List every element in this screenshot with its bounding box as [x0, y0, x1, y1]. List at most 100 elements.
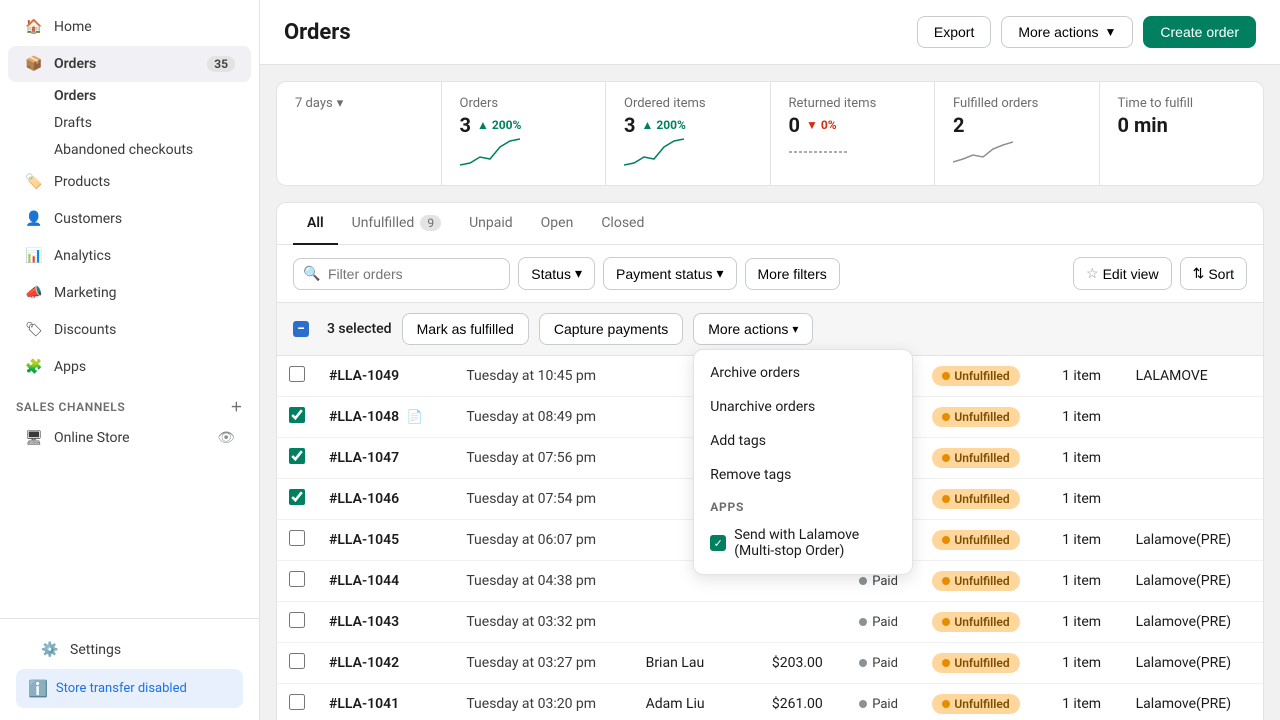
order-items: 1 item — [1050, 520, 1124, 561]
order-id-link[interactable]: #LLA-1049 — [329, 368, 399, 384]
dropdown-item-remove-tags[interactable]: Remove tags — [694, 458, 912, 492]
row-checkbox[interactable] — [289, 448, 305, 464]
lalamove-label: Send with Lalamove (Multi-stop Order) — [734, 527, 896, 559]
order-fulfillment: Unfulfilled — [920, 561, 1050, 602]
order-total: $203.00 — [760, 643, 847, 684]
status-filter-button[interactable]: Status ▾ — [518, 257, 595, 290]
sidebar-item-discounts[interactable]: 🏷 Discounts — [8, 312, 251, 348]
sort-icon: ⇅ — [1193, 265, 1205, 282]
capture-payments-button[interactable]: Capture payments — [539, 313, 683, 345]
order-shipping: Lalamove(PRE) — [1124, 520, 1263, 561]
sidebar-label-home: Home — [54, 19, 92, 35]
tab-all[interactable]: All — [293, 203, 338, 245]
sidebar-label-analytics: Analytics — [54, 248, 111, 264]
select-all-checkbox[interactable] — [293, 321, 309, 337]
sidebar-item-home[interactable]: 🏠 Home — [8, 9, 251, 45]
sidebar-item-settings[interactable]: ⚙️ Settings — [24, 632, 235, 668]
dropdown-app-lalamove[interactable]: ✓ Send with Lalamove (Multi-stop Order) — [694, 518, 912, 568]
order-id-link[interactable]: #LLA-1041 — [329, 696, 399, 712]
order-customer — [634, 602, 760, 643]
sidebar-label-online-store: Online Store — [54, 430, 130, 446]
row-checkbox[interactable] — [289, 612, 305, 628]
order-payment: Paid — [847, 643, 920, 684]
order-id-link[interactable]: #LLA-1048 — [329, 409, 399, 425]
order-id-link[interactable]: #LLA-1046 — [329, 491, 399, 507]
sidebar-item-online-store[interactable]: 🖥 Online Store 👁 — [8, 420, 251, 456]
sidebar-sub-abandoned[interactable]: Abandoned checkouts — [54, 137, 251, 163]
dropdown-item-archive[interactable]: Archive orders — [694, 356, 912, 390]
order-id-link[interactable]: #LLA-1042 — [329, 655, 399, 671]
row-checkbox[interactable] — [289, 653, 305, 669]
tab-open[interactable]: Open — [527, 203, 588, 245]
sidebar-item-customers[interactable]: 👤 Customers — [8, 201, 251, 237]
online-store-icon: 🖥 — [24, 428, 44, 448]
tab-unfulfilled[interactable]: Unfulfilled 9 — [338, 203, 455, 245]
sidebar-item-orders[interactable]: 📦 Orders 35 — [8, 46, 251, 82]
sidebar-item-apps[interactable]: 🧩 Apps — [8, 349, 251, 385]
sidebar-sub-orders[interactable]: Orders — [54, 83, 251, 109]
stat-fulfilled-orders-label: Fulfilled orders — [953, 96, 1081, 111]
stat-period[interactable]: 7 days ▾ — [277, 82, 442, 185]
eye-icon[interactable]: 👁 — [217, 430, 235, 446]
stat-time-to-fulfill: Time to fulfill 0 min — [1100, 82, 1264, 185]
order-date: Tuesday at 06:07 pm — [454, 520, 633, 561]
row-checkbox[interactable] — [289, 407, 305, 423]
row-checkbox[interactable] — [289, 489, 305, 505]
order-items: 1 item — [1050, 684, 1124, 720]
row-checkbox[interactable] — [289, 571, 305, 587]
order-id-link[interactable]: #LLA-1045 — [329, 532, 399, 548]
order-id-link[interactable]: #LLA-1043 — [329, 614, 399, 630]
sidebar-item-products[interactable]: 🏷️ Products — [8, 164, 251, 200]
more-filters-button[interactable]: More filters — [745, 258, 840, 290]
more-actions-label: More actions — [1018, 24, 1098, 40]
sidebar-sub-drafts[interactable]: Drafts — [54, 110, 251, 136]
tab-closed[interactable]: Closed — [587, 203, 658, 245]
order-shipping — [1124, 479, 1263, 520]
row-checkbox[interactable] — [289, 694, 305, 710]
search-input[interactable] — [293, 258, 510, 290]
sort-button[interactable]: ⇅ Sort — [1180, 257, 1247, 290]
mark-fulfilled-button[interactable]: Mark as fulfilled — [402, 313, 529, 345]
doc-icon: 📄 — [407, 410, 423, 425]
order-id-link[interactable]: #LLA-1047 — [329, 450, 399, 466]
dropdown-item-add-tags[interactable]: Add tags — [694, 424, 912, 458]
order-shipping — [1124, 397, 1263, 438]
ordered-items-mini-chart — [624, 137, 684, 167]
sidebar-item-analytics[interactable]: 📊 Analytics — [8, 238, 251, 274]
edit-view-button[interactable]: ☆ Edit view — [1073, 257, 1172, 290]
order-date: Tuesday at 03:27 pm — [454, 643, 633, 684]
order-date: Tuesday at 07:54 pm — [454, 479, 633, 520]
create-order-button[interactable]: Create order — [1143, 16, 1256, 48]
order-fulfillment: Unfulfilled — [920, 602, 1050, 643]
more-actions-button[interactable]: More actions ▼ — [1001, 16, 1133, 48]
sidebar-label-customers: Customers — [54, 211, 122, 227]
orders-mini-chart — [460, 137, 520, 167]
add-channel-icon[interactable]: ＋ — [230, 398, 243, 415]
info-icon: ℹ️ — [28, 679, 48, 698]
page-header: Orders Export More actions ▼ Create orde… — [260, 0, 1280, 65]
order-payment: Paid — [847, 602, 920, 643]
returned-items-mini-chart — [789, 137, 849, 167]
tab-unpaid[interactable]: Unpaid — [455, 203, 527, 245]
sidebar-item-marketing[interactable]: 📣 Marketing — [8, 275, 251, 311]
row-checkbox[interactable] — [289, 530, 305, 546]
stat-orders-label: Orders — [460, 96, 588, 111]
orders-submenu: Orders Drafts Abandoned checkouts — [0, 83, 259, 163]
order-shipping: LALAMOVE — [1124, 356, 1263, 397]
order-id-link[interactable]: #LLA-1044 — [329, 573, 399, 589]
chevron-down-icon: ▾ — [792, 322, 798, 336]
stat-ordered-items-value: 3 ▲ 200% — [624, 113, 752, 137]
sidebar-label-products: Products — [54, 174, 110, 190]
stats-bar: 7 days ▾ Orders 3 ▲ 200% Ordered items 3 — [276, 81, 1264, 186]
bulk-more-actions-button[interactable]: More actions ▾ — [693, 313, 813, 345]
payment-status-filter-button[interactable]: Payment status ▾ — [603, 257, 737, 290]
sort-label: Sort — [1208, 266, 1234, 282]
stat-orders: Orders 3 ▲ 200% — [442, 82, 607, 185]
sidebar-label-orders: Orders — [54, 56, 96, 72]
products-icon: 🏷️ — [24, 172, 44, 192]
dropdown-item-unarchive[interactable]: Unarchive orders — [694, 390, 912, 424]
order-items: 1 item — [1050, 479, 1124, 520]
stat-fulfilled-orders-value: 2 — [953, 113, 1081, 137]
row-checkbox[interactable] — [289, 366, 305, 382]
export-button[interactable]: Export — [917, 16, 991, 48]
